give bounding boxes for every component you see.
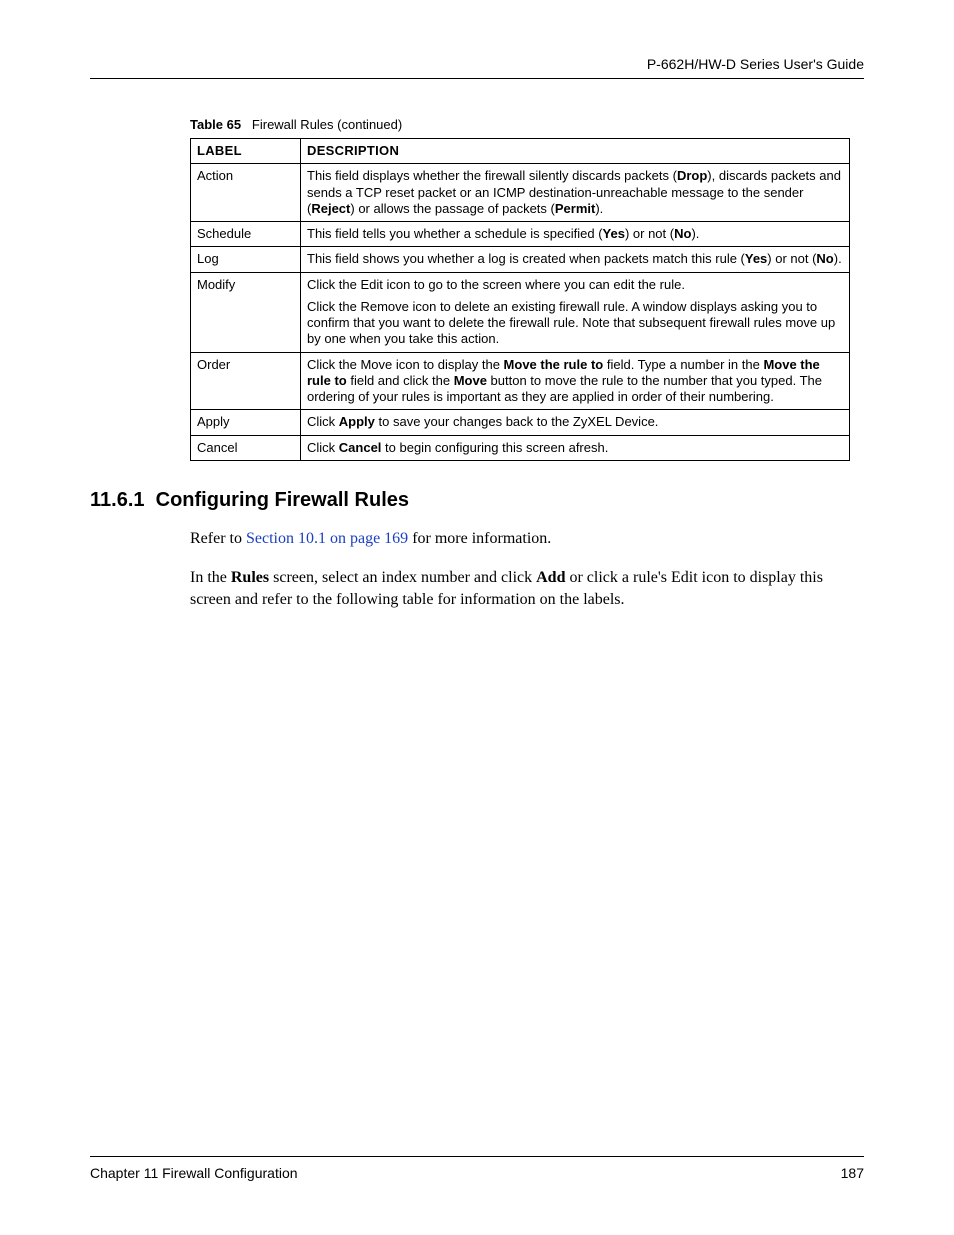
bold-term: No (674, 226, 691, 241)
p2-pre: In the (190, 569, 231, 586)
bold-term: Yes (603, 226, 625, 241)
col-header-description: DESCRIPTION (301, 139, 850, 164)
description-paragraph: This field displays whether the firewall… (307, 168, 843, 217)
p1-post: for more information. (408, 530, 551, 547)
col-header-label: LABEL (191, 139, 301, 164)
section-heading: 11.6.1 Configuring Firewall Rules (90, 489, 864, 512)
description-paragraph: Click the Edit icon to go to the screen … (307, 277, 843, 293)
table-caption-title: Firewall Rules (continued) (252, 117, 402, 132)
table-row: ApplyClick Apply to save your changes ba… (191, 410, 850, 435)
row-description: This field shows you whether a log is cr… (301, 247, 850, 272)
row-label: Schedule (191, 222, 301, 247)
bold-term: Drop (677, 168, 707, 183)
row-label: Apply (191, 410, 301, 435)
table-row: Schedule This field tells you whether a s… (191, 222, 850, 247)
section-title: Configuring Firewall Rules (156, 489, 409, 511)
description-paragraph: Click the Remove icon to delete an exist… (307, 299, 843, 348)
row-description: This field displays whether the firewall… (301, 164, 850, 222)
row-description: Click the Edit icon to go to the screen … (301, 272, 850, 352)
table-row: Modify Click the Edit icon to go to the s… (191, 272, 850, 352)
header-rule (90, 78, 864, 79)
table-header-row: LABEL DESCRIPTION (191, 139, 850, 164)
table-row: OrderClick the Move icon to display the … (191, 352, 850, 410)
bold-term: Permit (555, 201, 595, 216)
description-paragraph: Click the Move icon to display the Move … (307, 357, 843, 406)
description-paragraph: Click Apply to save your changes back to… (307, 414, 843, 430)
row-label: Modify (191, 272, 301, 352)
row-description: Click Apply to save your changes back to… (301, 410, 850, 435)
row-description: Click Cancel to begin configuring this s… (301, 435, 850, 460)
row-label: Action (191, 164, 301, 222)
bold-term: Apply (339, 414, 375, 429)
description-paragraph: Click Cancel to begin configuring this s… (307, 440, 843, 456)
table-caption: Table 65 Firewall Rules (continued) (190, 117, 864, 132)
row-label: Log (191, 247, 301, 272)
bold-term: No (816, 251, 833, 266)
row-description: Click the Move icon to display the Move … (301, 352, 850, 410)
table-caption-label: Table 65 (190, 117, 241, 132)
bold-term: Move (454, 373, 487, 388)
firewall-rules-table: LABEL DESCRIPTION ActionThis field displ… (190, 138, 850, 461)
table-row: Log This field shows you whether a log is… (191, 247, 850, 272)
bold-term: Yes (745, 251, 767, 266)
row-label: Cancel (191, 435, 301, 460)
p2-bold1: Rules (231, 569, 269, 586)
table-row: ActionThis field displays whether the fi… (191, 164, 850, 222)
bold-term: Move the rule to (504, 357, 604, 372)
table-row: CancelClick Cancel to begin configuring … (191, 435, 850, 460)
header-guide-title: P-662H/HW-D Series User's Guide (90, 56, 864, 78)
page-footer: Chapter 11 Firewall Configuration 187 (90, 1156, 864, 1181)
bold-term: Reject (311, 201, 350, 216)
section-number: 11.6.1 (90, 489, 145, 511)
row-description: This field tells you whether a schedule … (301, 222, 850, 247)
p2-bold2: Add (536, 569, 565, 586)
body-paragraph-1: Refer to Section 10.1 on page 169 for mo… (190, 528, 854, 550)
row-label: Order (191, 352, 301, 410)
footer-page-number: 187 (841, 1165, 864, 1181)
cross-ref-link[interactable]: Section 10.1 on page 169 (246, 530, 408, 547)
p2-mid: screen, select an index number and click (269, 569, 536, 586)
footer-chapter: Chapter 11 Firewall Configuration (90, 1165, 298, 1181)
description-paragraph: This field shows you whether a log is cr… (307, 251, 843, 267)
description-paragraph: This field tells you whether a schedule … (307, 226, 843, 242)
p1-pre: Refer to (190, 530, 246, 547)
bold-term: Cancel (339, 440, 382, 455)
body-paragraph-2: In the Rules screen, select an index num… (190, 567, 854, 610)
